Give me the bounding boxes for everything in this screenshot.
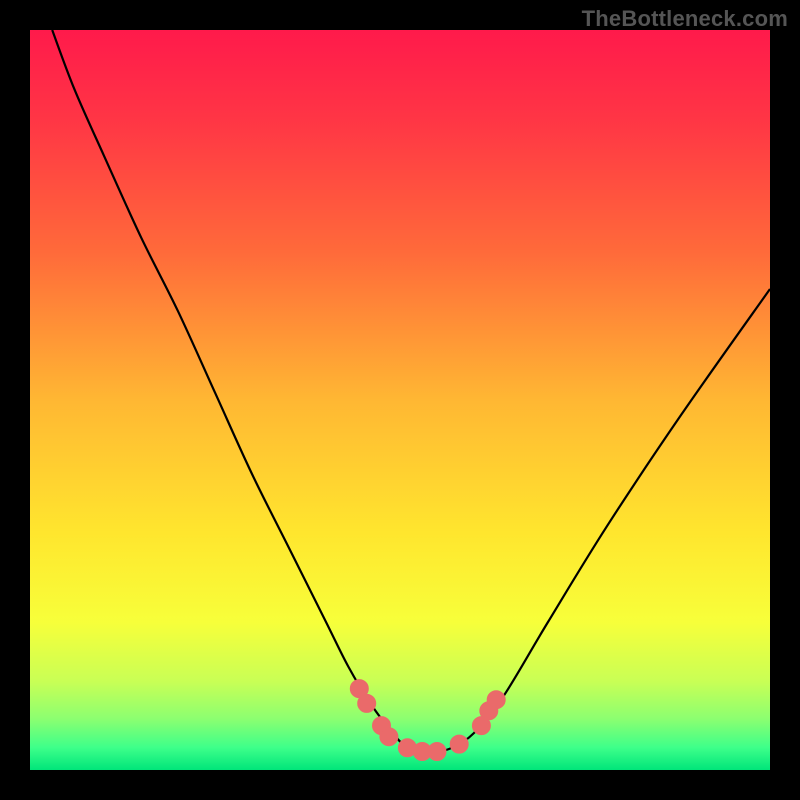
curve-marker [450, 735, 468, 753]
chart-frame: TheBottleneck.com [0, 0, 800, 800]
plot-area [30, 30, 770, 770]
bottleneck-chart [30, 30, 770, 770]
gradient-background [30, 30, 770, 770]
curve-marker [358, 694, 376, 712]
curve-marker [380, 728, 398, 746]
curve-marker [487, 691, 505, 709]
watermark-text: TheBottleneck.com [582, 6, 788, 32]
curve-marker [428, 743, 446, 761]
